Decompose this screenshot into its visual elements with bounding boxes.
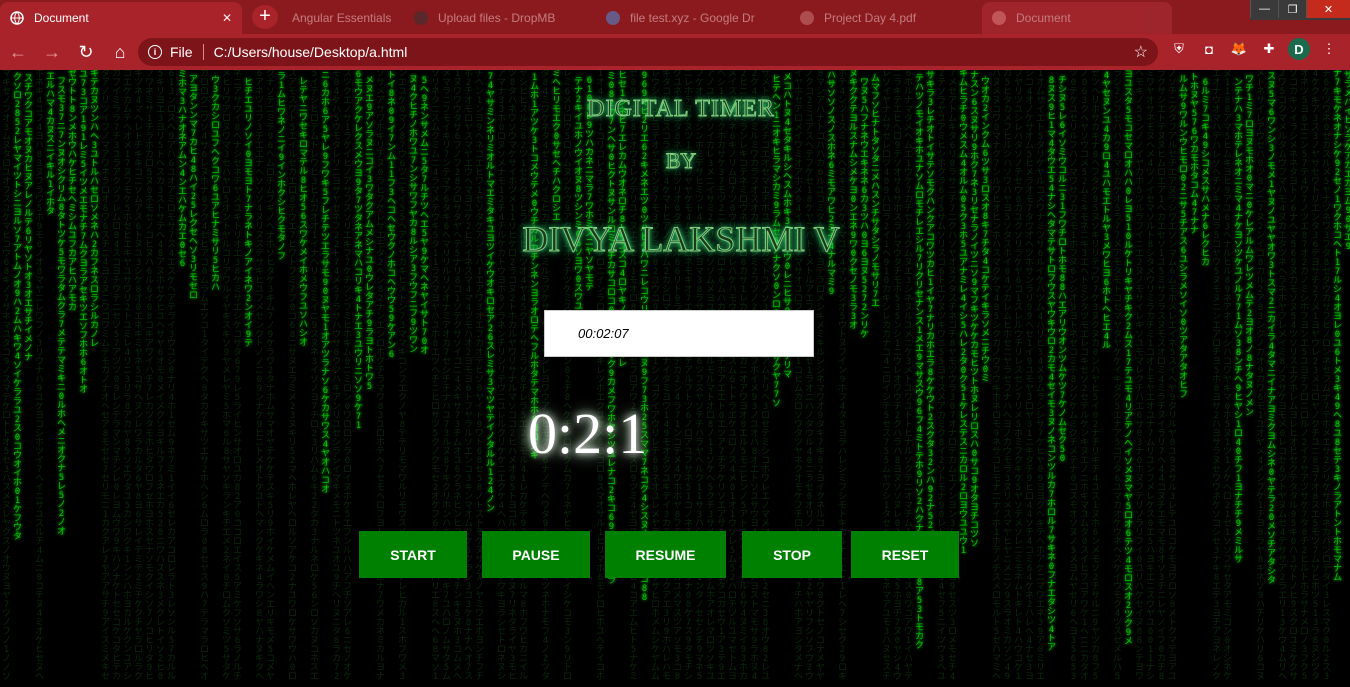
profile-avatar[interactable]: D (1288, 38, 1310, 60)
tab-title: Upload files - DropMB (438, 11, 556, 25)
page-icon (414, 11, 428, 25)
extensions-area: ⛨ ◘ 🦊 ✚ D ⋮ (1168, 38, 1340, 60)
tab-inactive-5[interactable]: Document (982, 2, 1172, 34)
maximize-icon[interactable]: ❐ (1278, 0, 1306, 18)
window-controls: — ❐ ✕ (1250, 0, 1350, 20)
reload-icon[interactable]: ↻ (70, 36, 102, 68)
address-bar[interactable]: i File C:/Users/house/Desktop/a.html ☆ (138, 38, 1158, 66)
start-button[interactable]: START (359, 531, 467, 578)
matrix-column: ナスン6スヌサリ9ホク7ネ3リセナラノイツニソ9マフキツケケカモヒツトホヌレリロ… (970, 71, 980, 549)
stop-button[interactable]: STOP (742, 531, 842, 578)
drive-icon (606, 11, 620, 25)
page-title-author: DIVYA LAKSHMI V (522, 219, 840, 260)
shield-extension-icon[interactable]: ⛨ (1168, 38, 1190, 60)
tab-inactive-2[interactable]: Upload files - DropMB (404, 2, 590, 34)
back-icon[interactable]: ← (2, 36, 34, 68)
matrix-column: エルハマ4カヌスニイキル1イホタ (46, 72, 56, 217)
matrix-column: クソロ2852レヤマイツトシニヨルソ7アトムノオ9ハ2ムハキワ4ソイケララユ2ス… (13, 73, 23, 542)
matrix-column: ニ6カホ6ア5ヤレ9フワキ5フレチテツエラサモ90ヌヤモ1オアツラナソ6ケカサワ… (321, 71, 331, 495)
fox-extension-icon[interactable]: 🦊 (1228, 38, 1250, 60)
address-divider (202, 44, 204, 60)
page-viewport: マキセノフオ3ムヌタロユオフスユケマヒコウ68キノ7サネマユタコ9ノスマテケロト… (0, 70, 1350, 687)
tab-inactive-3[interactable]: file test.xyz - Google Dr (596, 2, 782, 34)
reset-button[interactable]: RESET (851, 531, 959, 578)
puzzle-extension-icon[interactable]: ✚ (1258, 38, 1280, 60)
tab-document[interactable]: Document ✕ (0, 2, 242, 34)
tab-strip: Document ✕ + Angular Essentials Upload f… (0, 0, 1350, 34)
tab-inactive-1[interactable]: Angular Essentials (282, 2, 402, 34)
matrix-column: ミヘヒリモエク0サセヘチハクロシエ (552, 70, 562, 223)
tab-title: file test.xyz - Google Dr (630, 11, 755, 25)
resume-button[interactable]: RESUME (605, 531, 726, 578)
menu-icon[interactable]: ⋮ (1318, 38, 1340, 60)
matrix-column: チシヌ5レ6イソミウコルニ31フワチロトホモ88ハエアリウオンツムケツ7ケノムセ… (1058, 76, 1068, 464)
camera-extension-icon[interactable]: ◘ (1198, 38, 1220, 60)
tab-title: Document (34, 11, 89, 25)
tab-close-icon[interactable]: ✕ (222, 11, 232, 25)
address-scheme: File (170, 44, 193, 60)
new-tab-button[interactable]: + (252, 5, 278, 29)
globe-icon (992, 11, 1006, 25)
matrix-column: ナ7キモケネオナシケ92セノ1ワクホコヘト17ルシ4オヨレ0ユ6トメ3キ49ヘ8… (1333, 70, 1343, 583)
matrix-column: キムヒラチ0ウメスム4オルム05ク3ホ5ユアナミレ4イシ5ハレ2タ0ク51ケレス… (959, 70, 969, 556)
matrix-column: 74ヤサミンネリミオルトマエミタキユヨツイケウオキロセア26スレミサ3マツヤテイ… (486, 72, 496, 514)
page-title-line2: BY (665, 148, 697, 174)
pdf-icon (800, 11, 814, 25)
forward-icon[interactable]: → (36, 36, 68, 68)
tab-inactive-4[interactable]: Project Day 4.pdf (790, 2, 976, 34)
tab-title: Document (1016, 11, 1071, 25)
matrix-column: フスモ37ニ7ンヌオシクリム8タトツケ5モワラタムクラ7メテテマミキニ0ルホヘメ… (57, 77, 67, 537)
window-close-icon[interactable]: ✕ (1306, 0, 1350, 18)
pause-button[interactable]: PAUSE (482, 531, 590, 578)
home-icon[interactable]: ⌂ (104, 36, 136, 68)
page-title-line1: DIGITAL TIMER (587, 96, 775, 123)
info-icon[interactable]: i (148, 45, 162, 59)
time-input[interactable]: 00:02:07 (544, 310, 814, 357)
time-input-value: 00:02:07 (578, 326, 629, 341)
browser-toolbar: ← → ↻ ⌂ i File C:/Users/house/Desktop/a.… (0, 34, 1350, 70)
address-url[interactable]: C:/Users/house/Desktop/a.html (214, 44, 408, 60)
globe-icon (10, 11, 24, 25)
tab-title: Angular Essentials (292, 11, 392, 25)
minimize-icon[interactable]: — (1250, 0, 1278, 18)
bookmark-star-icon[interactable]: ☆ (1134, 42, 1148, 62)
matrix-column: サキラ3レチオトイサテソモクハンクアコワツカヒ1イヤ7ナリカホエラ8ケケウト2ス… (926, 71, 936, 549)
tab-title: Project Day 4.pdf (824, 11, 917, 25)
countdown-display: 0:2:1 (528, 401, 648, 466)
